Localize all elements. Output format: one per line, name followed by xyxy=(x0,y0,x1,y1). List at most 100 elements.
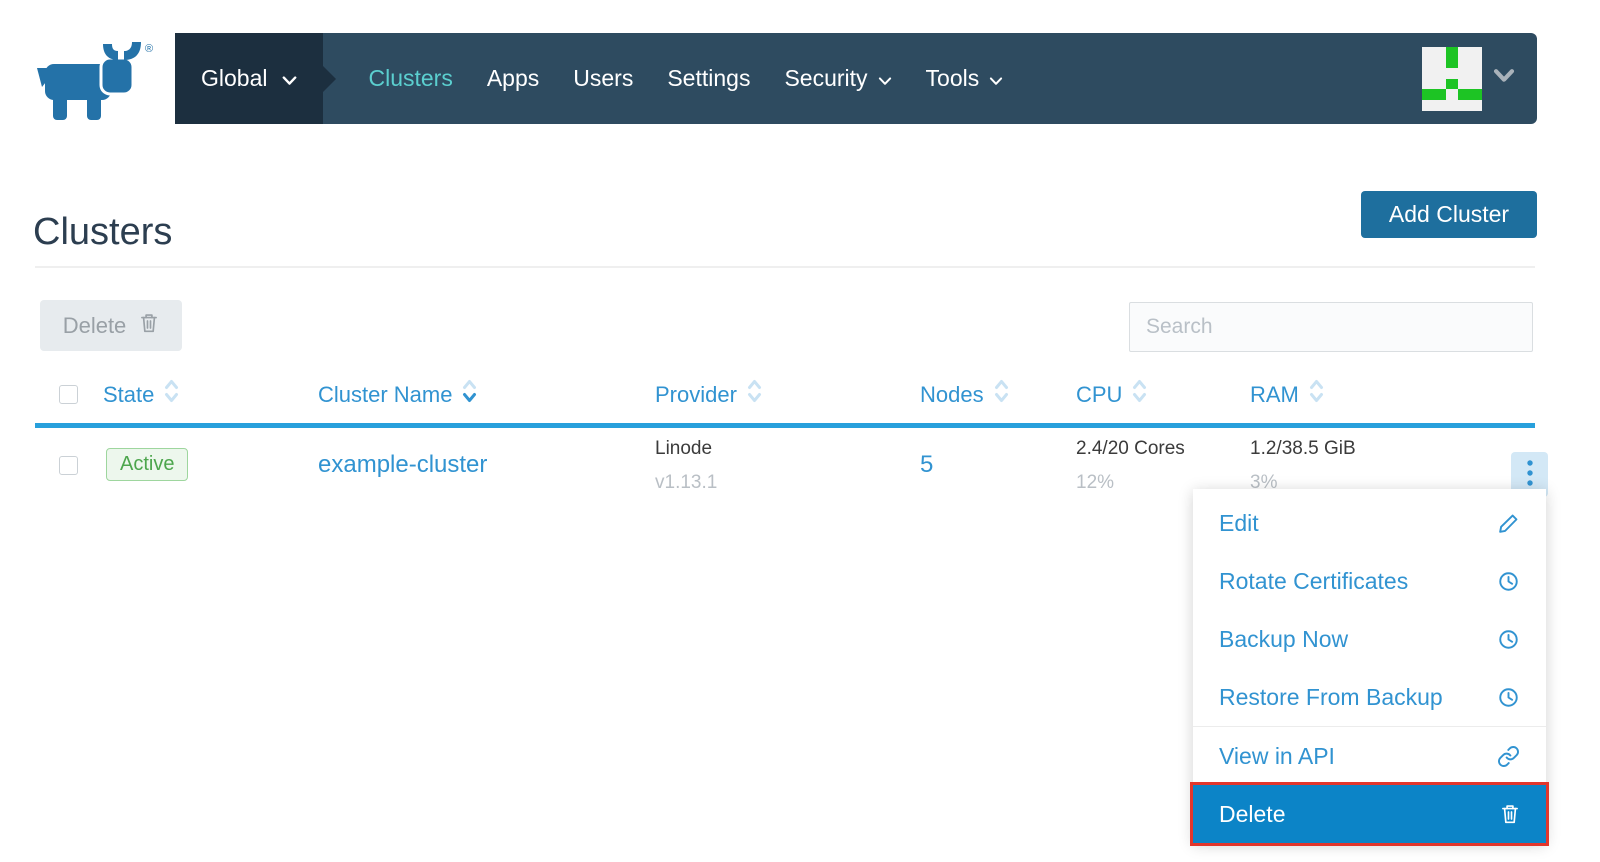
identicon-pixel xyxy=(1434,47,1446,58)
env-dropdown[interactable]: Global xyxy=(175,33,323,124)
nav-item-tools[interactable]: Tools xyxy=(909,65,1021,92)
column-header-ram[interactable]: RAM xyxy=(1250,378,1324,411)
identicon-pixel xyxy=(1470,79,1482,90)
column-header-label: Nodes xyxy=(920,382,984,408)
identicon-pixel xyxy=(1422,68,1434,79)
sort-icon xyxy=(747,378,762,411)
identicon-pixel xyxy=(1458,100,1470,111)
sort-icon xyxy=(1309,378,1324,411)
column-header-cpu[interactable]: CPU xyxy=(1076,378,1147,411)
menu-item-rotate-certificates[interactable]: Rotate Certificates xyxy=(1193,552,1546,610)
table-header-underline xyxy=(35,423,1535,428)
nav-item-clusters[interactable]: Clusters xyxy=(351,65,469,92)
rancher-app: ® Global Clusters Apps UsersSettings Securi… xyxy=(0,0,1600,862)
column-header-cluster-name[interactable]: Cluster Name xyxy=(318,378,477,411)
chevron-down-icon xyxy=(282,65,297,92)
nav-item-security[interactable]: Security xyxy=(767,65,908,92)
identicon-pixel xyxy=(1470,89,1482,100)
cpu-cell: 2.4/20 Cores xyxy=(1076,438,1185,460)
menu-item-restore-from-backup[interactable]: Restore From Backup xyxy=(1193,668,1546,726)
identicon-pixel xyxy=(1458,89,1470,100)
row-select-checkbox[interactable] xyxy=(59,456,78,475)
menu-item-label: Backup Now xyxy=(1219,626,1348,653)
history-icon xyxy=(1497,570,1520,593)
provider-cell: Linode xyxy=(655,438,712,460)
top-navbar: Global Clusters Apps UsersSettings Security… xyxy=(175,33,1537,124)
identicon-pixel xyxy=(1458,79,1470,90)
identicon-pixel xyxy=(1422,47,1434,58)
menu-item-label: Rotate Certificates xyxy=(1219,568,1408,595)
nav-items: Clusters Apps UsersSettings Security Tools xyxy=(351,33,1020,124)
identicon-pixel xyxy=(1434,100,1446,111)
identicon-pixel xyxy=(1434,57,1446,68)
nav-item-apps[interactable]: Apps xyxy=(470,65,556,92)
env-label: Global xyxy=(201,65,267,92)
identicon-pixel xyxy=(1434,89,1446,100)
search-input[interactable] xyxy=(1129,302,1533,352)
history-icon xyxy=(1497,628,1520,651)
identicon-pixel xyxy=(1434,79,1446,90)
identicon-pixel xyxy=(1458,47,1470,58)
identicon-pixel xyxy=(1470,100,1482,111)
sort-icon xyxy=(994,378,1009,411)
menu-item-label: View in API xyxy=(1219,743,1335,770)
identicon-pixel xyxy=(1422,89,1434,100)
column-header-label: Provider xyxy=(655,382,737,408)
rancher-logo: ® xyxy=(33,40,158,129)
identicon-pixel xyxy=(1434,68,1446,79)
select-all-checkbox[interactable] xyxy=(59,385,78,404)
sort-icon xyxy=(462,378,477,411)
avatar xyxy=(1422,47,1482,111)
row-actions-menu: Edit Rotate Certificates Backup Now Restore… xyxy=(1193,489,1546,843)
identicon-pixel xyxy=(1446,57,1458,68)
pencil-icon xyxy=(1497,512,1520,535)
menu-item-edit[interactable]: Edit xyxy=(1193,494,1546,552)
identicon-pixel xyxy=(1446,79,1458,90)
column-header-state[interactable]: State xyxy=(103,378,179,411)
nodes-link[interactable]: 5 xyxy=(920,451,933,479)
menu-item-backup-now[interactable]: Backup Now xyxy=(1193,610,1546,668)
ram-cell: 1.2/38.5 GiB xyxy=(1250,438,1356,460)
identicon-pixel xyxy=(1422,57,1434,68)
column-header-label: RAM xyxy=(1250,382,1299,408)
identicon-pixel xyxy=(1422,79,1434,90)
column-header-label: Cluster Name xyxy=(318,382,452,408)
cpu-percent: 12% xyxy=(1076,472,1114,494)
divider xyxy=(35,266,1535,268)
identicon-pixel xyxy=(1446,89,1458,100)
svg-text:®: ® xyxy=(145,43,153,55)
nav-item-label: Apps xyxy=(487,65,539,92)
column-header-label: CPU xyxy=(1076,382,1122,408)
sort-icon xyxy=(164,378,179,411)
nav-item-label: Security xyxy=(784,65,867,92)
chevron-down-icon xyxy=(1493,69,1515,88)
link-icon xyxy=(1497,745,1520,768)
chevron-down-icon xyxy=(989,65,1003,92)
chevron-down-icon xyxy=(878,65,892,92)
column-header-provider[interactable]: Provider xyxy=(655,378,762,411)
identicon-pixel xyxy=(1422,100,1434,111)
menu-item-view-in-api[interactable]: View in API xyxy=(1193,727,1546,785)
identicon-pixel xyxy=(1446,100,1458,111)
menu-item-label: Restore From Backup xyxy=(1219,684,1443,711)
column-header-nodes[interactable]: Nodes xyxy=(920,378,1009,411)
nav-item-users[interactable]: Users xyxy=(556,65,650,92)
kebab-icon xyxy=(1526,457,1534,492)
column-header-label: State xyxy=(103,382,154,408)
menu-item-delete[interactable]: Delete xyxy=(1193,785,1546,843)
identicon-pixel xyxy=(1470,68,1482,79)
bulk-delete-button[interactable]: Delete xyxy=(40,300,182,351)
cluster-name-link[interactable]: example-cluster xyxy=(318,451,487,479)
page-title: Clusters xyxy=(33,211,172,254)
add-cluster-button[interactable]: Add Cluster xyxy=(1361,191,1537,238)
nav-item-settings[interactable]: Settings xyxy=(650,65,767,92)
trash-icon xyxy=(139,312,159,340)
identicon-pixel xyxy=(1458,68,1470,79)
bulk-delete-label: Delete xyxy=(63,313,127,339)
identicon-pixel xyxy=(1470,57,1482,68)
sort-icon xyxy=(1132,378,1147,411)
menu-item-label: Delete xyxy=(1219,801,1285,828)
rancher-bull-icon: ® xyxy=(33,40,158,124)
user-menu[interactable] xyxy=(1422,33,1537,124)
menu-item-label: Edit xyxy=(1219,510,1259,537)
